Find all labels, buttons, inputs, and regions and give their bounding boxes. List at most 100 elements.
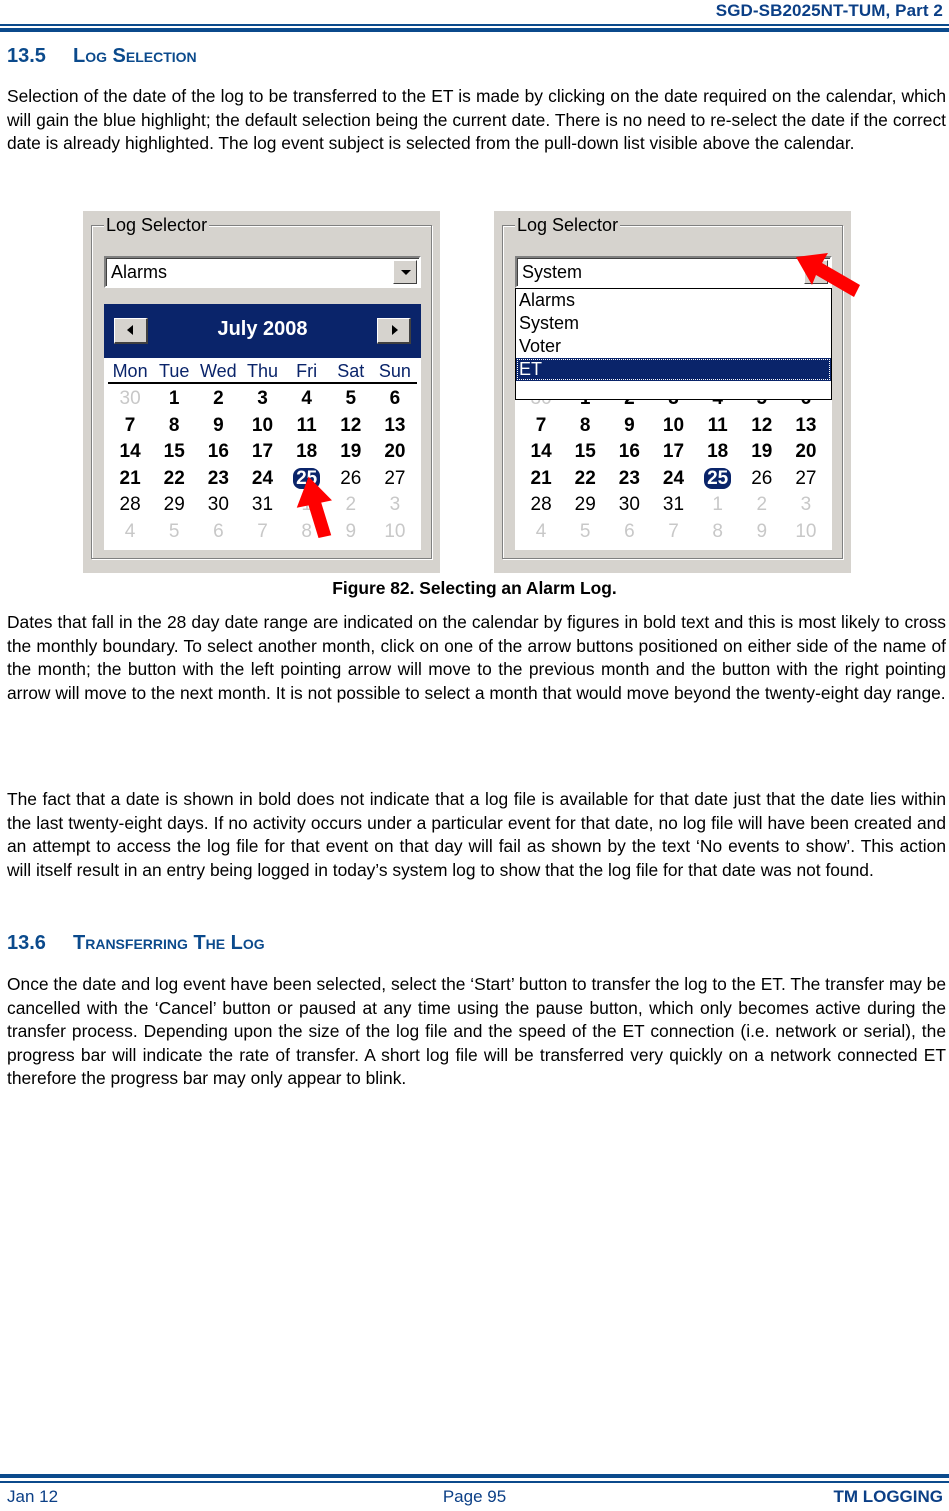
paragraph-bold-dates: The fact that a date is shown in bold do… — [7, 789, 946, 880]
weekday-label: Wed — [200, 361, 237, 381]
calendar-day[interactable]: 21 — [519, 466, 563, 493]
dropdown-button[interactable] — [393, 260, 417, 284]
calendar-day[interactable]: 28 — [108, 492, 152, 519]
calendar-day[interactable]: 26 — [740, 466, 784, 493]
calendar-day[interactable]: 10 — [240, 413, 284, 440]
calendar-day[interactable]: 26 — [329, 466, 373, 493]
calendar-day[interactable]: 7 — [519, 413, 563, 440]
calendar-day[interactable]: 10 — [651, 413, 695, 440]
calendar-day[interactable]: 23 — [607, 466, 651, 493]
calendar-day[interactable]: 30 — [108, 386, 152, 413]
calendar-day[interactable]: 30 — [607, 492, 651, 519]
calendar-day[interactable]: 19 — [329, 439, 373, 466]
calendar-day[interactable]: 18 — [696, 439, 740, 466]
calendar-day[interactable]: 20 — [373, 439, 417, 466]
calendar-day[interactable]: 2 — [196, 386, 240, 413]
calendar-day[interactable]: 31 — [651, 492, 695, 519]
calendar-day[interactable]: 4 — [108, 519, 152, 546]
section-number: 13.6 — [7, 932, 46, 954]
calendar-day[interactable]: 15 — [152, 439, 196, 466]
calendar-day[interactable]: 11 — [696, 413, 740, 440]
calendar-day[interactable]: 27 — [373, 466, 417, 493]
calendar-day[interactable]: 1 — [152, 386, 196, 413]
figure-caption: Figure 82. Selecting an Alarm Log. — [332, 578, 617, 598]
calendar-day[interactable]: 14 — [108, 439, 152, 466]
calendar-day[interactable]: 10 — [784, 519, 828, 546]
log-type-combo[interactable]: System — [515, 256, 832, 288]
calendar-day[interactable]: 16 — [607, 439, 651, 466]
dropdown-option-et[interactable]: ET — [516, 358, 831, 381]
calendar-day[interactable]: 13 — [784, 413, 828, 440]
calendar-day[interactable]: 17 — [240, 439, 284, 466]
calendar-day[interactable]: 5 — [329, 386, 373, 413]
calendar-day[interactable]: 16 — [196, 439, 240, 466]
dropdown-option-system[interactable]: System — [516, 312, 831, 335]
calendar-day[interactable]: 2 — [329, 492, 373, 519]
calendar-day[interactable]: 12 — [329, 413, 373, 440]
calendar-day[interactable]: 6 — [373, 386, 417, 413]
footer-rule — [0, 1481, 949, 1483]
weekday-row: Mon Tue Wed Thu Fri Sat Sun — [108, 360, 417, 384]
calendar-day[interactable]: 6 — [607, 519, 651, 546]
calendar-day[interactable]: 7 — [240, 519, 284, 546]
calendar-day[interactable]: 29 — [563, 492, 607, 519]
calendar-day[interactable]: 27 — [784, 466, 828, 493]
calendar-day[interactable]: 3 — [784, 492, 828, 519]
calendar-day[interactable]: 5 — [152, 519, 196, 546]
calendar-day-selected[interactable]: 25 — [696, 466, 740, 493]
calendar-day[interactable]: 1 — [696, 492, 740, 519]
calendar-day[interactable]: 28 — [519, 492, 563, 519]
dropdown-option-voter[interactable]: Voter — [516, 335, 831, 358]
calendar-day[interactable]: 8 — [152, 413, 196, 440]
weekday-label: Thu — [246, 361, 278, 381]
calendar-day[interactable]: 10 — [373, 519, 417, 546]
calendar-day[interactable]: 2 — [740, 492, 784, 519]
weekday-label: Sat — [337, 361, 365, 381]
calendar-day[interactable]: 21 — [108, 466, 152, 493]
combo-value: System — [522, 262, 583, 282]
calendar-day[interactable]: 24 — [240, 466, 284, 493]
calendar-day[interactable]: 11 — [285, 413, 329, 440]
calendar-day[interactable]: 9 — [740, 519, 784, 546]
group-label: Log Selector — [515, 215, 621, 235]
calendar-day[interactable]: 24 — [651, 466, 695, 493]
calendar-day[interactable]: 22 — [152, 466, 196, 493]
section-heading-13-6: 13.6 Transferring The Log — [7, 932, 265, 955]
calendar-day[interactable]: 6 — [196, 519, 240, 546]
calendar-day[interactable]: 3 — [240, 386, 284, 413]
calendar-day[interactable]: 23 — [196, 466, 240, 493]
section-title: Transferring The Log — [73, 932, 265, 954]
calendar-day[interactable]: 8 — [563, 413, 607, 440]
log-selector-group: Log Selector Alarms July 2008 Mon Tue We… — [91, 215, 432, 559]
dropdown-option-alarms[interactable]: Alarms — [516, 289, 831, 312]
calendar-day[interactable]: 9 — [607, 413, 651, 440]
calendar-day[interactable]: 19 — [740, 439, 784, 466]
calendar-day[interactable]: 15 — [563, 439, 607, 466]
log-type-combo[interactable]: Alarms — [104, 256, 421, 288]
calendar-day[interactable]: 29 — [152, 492, 196, 519]
calendar-day[interactable]: 3 — [373, 492, 417, 519]
calendar-day[interactable]: 30 — [196, 492, 240, 519]
next-month-button[interactable] — [377, 318, 411, 344]
calendar-day[interactable]: 7 — [651, 519, 695, 546]
calendar-day[interactable]: 17 — [651, 439, 695, 466]
figure-panel-left: Log Selector Alarms July 2008 Mon Tue We… — [83, 211, 440, 573]
calendar-day[interactable]: 9 — [196, 413, 240, 440]
chevron-down-icon — [401, 270, 411, 275]
calendar-day[interactable]: 5 — [563, 519, 607, 546]
calendar-day[interactable]: 9 — [329, 519, 373, 546]
calendar: July 2008 Mon Tue Wed Thu Fri Sat Sun 30… — [104, 304, 421, 550]
month-label: July 2008 — [217, 318, 308, 340]
calendar-day[interactable]: 20 — [784, 439, 828, 466]
calendar-day[interactable]: 4 — [285, 386, 329, 413]
weekday-label: Fri — [296, 361, 318, 381]
calendar-day[interactable]: 14 — [519, 439, 563, 466]
calendar-day[interactable]: 4 — [519, 519, 563, 546]
calendar-day[interactable]: 18 — [285, 439, 329, 466]
calendar-day[interactable]: 13 — [373, 413, 417, 440]
calendar-day[interactable]: 31 — [240, 492, 284, 519]
calendar-day[interactable]: 22 — [563, 466, 607, 493]
calendar-day[interactable]: 8 — [696, 519, 740, 546]
calendar-day[interactable]: 7 — [108, 413, 152, 440]
calendar-day[interactable]: 12 — [740, 413, 784, 440]
